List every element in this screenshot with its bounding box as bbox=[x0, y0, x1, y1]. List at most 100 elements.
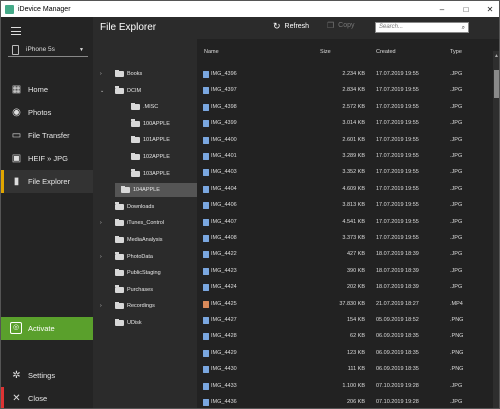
table-row[interactable]: IMG_4398 2.572 KB 17.07.2019 19:55 .JPG bbox=[197, 99, 493, 115]
table-row[interactable]: IMG_4424 202 KB 18.07.2019 18:39 .JPG bbox=[197, 279, 493, 295]
table-row[interactable]: IMG_4404 4.609 KB 17.07.2019 19:55 .JPG bbox=[197, 181, 493, 197]
table-row[interactable]: IMG_4406 3.813 KB 17.07.2019 19:55 .JPG bbox=[197, 197, 493, 213]
sidebar-item-photos[interactable]: ◉ Photos bbox=[1, 101, 93, 124]
copy-button[interactable]: ❐ Copy bbox=[327, 21, 355, 30]
file-created: 17.07.2019 19:55 bbox=[376, 153, 419, 159]
tree-item[interactable]: 103APPLE bbox=[93, 167, 197, 181]
file-created: 21.07.2019 18:27 bbox=[376, 300, 419, 307]
column-header-type[interactable]: Type bbox=[450, 49, 462, 55]
tree-item[interactable]: MediaAnalysis bbox=[93, 233, 197, 247]
table-row[interactable]: IMG_4399 3.014 KB 17.07.2019 19:55 .JPG bbox=[197, 115, 493, 131]
file-icon bbox=[203, 202, 209, 210]
tree-item-label: 104APPLE bbox=[133, 187, 160, 194]
tree-item-label: Downloads bbox=[127, 203, 155, 210]
tree-item-label: 101APPLE bbox=[143, 137, 170, 144]
tree-item[interactable]: › Books bbox=[93, 67, 197, 81]
sidebar-item-file-explorer[interactable]: ▮ File Explorer bbox=[1, 170, 93, 193]
tree-item[interactable]: › Recordings bbox=[93, 299, 197, 313]
scrollbar[interactable]: ▲ bbox=[493, 51, 499, 408]
tree-item[interactable]: 100APPLE bbox=[93, 117, 197, 131]
file-type: .JPG bbox=[450, 103, 463, 110]
folder-icon bbox=[115, 218, 124, 227]
file-icon bbox=[203, 399, 209, 406]
column-header-name[interactable]: Name bbox=[204, 49, 219, 55]
table-row[interactable]: IMG_4408 3.373 KB 17.07.2019 19:55 .JPG bbox=[197, 230, 493, 246]
table-row[interactable]: IMG_4396 2.234 KB 17.07.2019 19:55 .JPG bbox=[197, 66, 493, 82]
file-icon bbox=[203, 300, 209, 308]
tree-item[interactable]: UDisk bbox=[93, 316, 197, 330]
table-row[interactable]: IMG_4397 2.834 KB 17.07.2019 19:55 .JPG bbox=[197, 82, 493, 98]
table-row[interactable]: IMG_4428 62 KB 06.09.2019 18:35 .PNG bbox=[197, 328, 493, 344]
close-button[interactable]: ✕ Close bbox=[1, 387, 93, 408]
table-row[interactable]: IMG_4423 390 KB 18.07.2019 18:39 .JPG bbox=[197, 263, 493, 279]
expander-icon[interactable]: › bbox=[100, 71, 106, 77]
tree-item[interactable]: › PhotoData bbox=[93, 250, 197, 264]
file-icon bbox=[203, 267, 209, 275]
table-row[interactable]: IMG_4430 111 KB 06.09.2019 18:35 .PNG bbox=[197, 361, 493, 377]
device-name: iPhone 5s bbox=[26, 46, 55, 53]
file-created: 17.07.2019 19:55 bbox=[376, 120, 419, 127]
tree-item-label: DCIM bbox=[127, 87, 142, 94]
tree-item[interactable]: ⌄ DCIM bbox=[93, 84, 197, 98]
file-created: 06.09.2019 18:35 bbox=[376, 366, 419, 373]
table-row[interactable]: IMG_4401 3.289 KB 17.07.2019 19:55 .JPG bbox=[197, 148, 493, 164]
tree-item[interactable]: Purchases bbox=[93, 283, 197, 297]
file-created: 17.07.2019 19:55 bbox=[376, 169, 419, 176]
table-row[interactable]: IMG_4425 37.830 KB 21.07.2019 18:27 .MP4 bbox=[197, 296, 493, 312]
table-row[interactable]: IMG_4422 427 KB 18.07.2019 18:39 .JPG bbox=[197, 246, 493, 262]
window-title: iDevice Manager bbox=[18, 5, 71, 13]
column-header-created[interactable]: Created bbox=[376, 49, 396, 55]
scroll-up-icon[interactable]: ▲ bbox=[494, 53, 499, 59]
sidebar-item-home[interactable]: ▦ Home bbox=[1, 78, 93, 101]
tree-item-label: .MISC bbox=[143, 104, 159, 111]
file-size: 3.014 KB bbox=[342, 120, 365, 127]
file-type: .PNG bbox=[450, 366, 464, 373]
tree-item[interactable]: .MISC bbox=[93, 100, 197, 114]
tree-item[interactable]: 101APPLE bbox=[93, 133, 197, 147]
table-row[interactable]: IMG_4400 2.601 KB 17.07.2019 19:55 .JPG bbox=[197, 132, 493, 148]
activate-button[interactable]: ◎ Activate bbox=[1, 317, 93, 340]
window-close-button[interactable]: ✕ bbox=[479, 1, 499, 17]
hamburger-icon[interactable] bbox=[11, 27, 21, 35]
file-type: .JPG bbox=[450, 185, 463, 192]
tree-item[interactable]: › iTunes_Control bbox=[93, 216, 197, 230]
table-row[interactable]: IMG_4407 4.541 KB 17.07.2019 19:55 .JPG bbox=[197, 214, 493, 230]
file-name: IMG_4430 bbox=[211, 366, 237, 373]
copy-icon: ❐ bbox=[327, 21, 335, 30]
sidebar-item-heif-jpg[interactable]: ▣ HEIF » JPG bbox=[1, 147, 93, 170]
table-row[interactable]: IMG_4429 123 KB 06.09.2019 18:35 .PNG bbox=[197, 345, 493, 361]
tree-item[interactable]: 104APPLE bbox=[115, 183, 197, 198]
tree-item[interactable]: Downloads bbox=[93, 200, 197, 214]
file-created: 07.10.2019 19:28 bbox=[376, 399, 419, 405]
table-row[interactable]: IMG_4433 1.100 KB 07.10.2019 19:28 .JPG bbox=[197, 378, 493, 394]
settings-button[interactable]: ✲ Settings bbox=[1, 364, 93, 387]
expander-icon[interactable]: › bbox=[100, 303, 106, 309]
file-icon bbox=[203, 185, 209, 193]
file-size: 4.609 KB bbox=[342, 185, 365, 192]
tree-item[interactable]: 102APPLE bbox=[93, 150, 197, 164]
file-type: .JPG bbox=[450, 169, 463, 176]
sidebar-item-file-transfer[interactable]: ▭ File Transfer bbox=[1, 124, 93, 147]
tree-item-label: MediaAnalysis bbox=[127, 237, 163, 243]
column-header-size[interactable]: Size bbox=[320, 49, 331, 55]
file-type: .JPG bbox=[450, 87, 463, 94]
scrollbar-thumb[interactable] bbox=[494, 70, 499, 98]
maximize-button[interactable]: □ bbox=[455, 1, 477, 17]
search-input[interactable]: Search... ⌕ bbox=[375, 22, 469, 33]
expander-icon[interactable]: ⌄ bbox=[100, 88, 106, 94]
search-icon[interactable]: ⌕ bbox=[462, 24, 465, 33]
expander-icon[interactable]: › bbox=[100, 220, 106, 226]
folder-icon bbox=[115, 86, 124, 94]
table-row[interactable]: IMG_4427 154 KB 05.09.2019 18:52 .PNG bbox=[197, 312, 493, 328]
file-type: .JPG bbox=[450, 202, 463, 209]
minimize-button[interactable]: – bbox=[431, 1, 453, 17]
title-bar: iDevice Manager – □ ✕ bbox=[1, 1, 499, 17]
expander-icon[interactable]: › bbox=[100, 254, 106, 260]
refresh-button[interactable]: ↻ Refresh bbox=[273, 21, 309, 32]
file-size: 2.601 KB bbox=[342, 136, 365, 143]
table-row[interactable]: IMG_4403 3.352 KB 17.07.2019 19:55 .JPG bbox=[197, 164, 493, 180]
file-type: .JPG bbox=[450, 136, 463, 143]
table-row[interactable]: IMG_4436 206 KB 07.10.2019 19:28 .JPG bbox=[197, 394, 493, 408]
tree-item[interactable]: PublicStaging bbox=[93, 266, 197, 280]
device-select[interactable]: iPhone 5s ▼ bbox=[8, 43, 88, 57]
